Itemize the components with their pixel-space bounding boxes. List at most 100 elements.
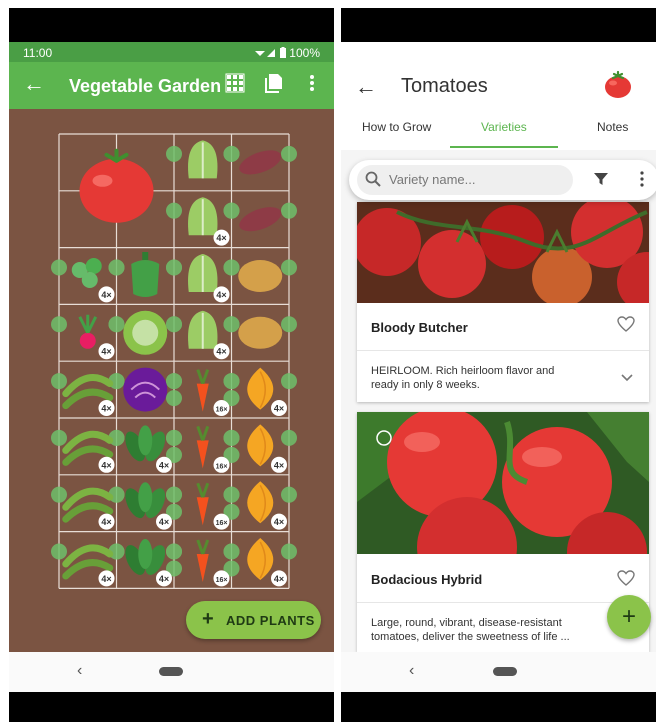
variety-card[interactable]: Bodacious Hybrid Large, round, vibrant, … (357, 412, 649, 652)
count-badge: 4× (98, 513, 115, 530)
add-plants-button[interactable]: + ADD PLANTS (186, 601, 321, 639)
search-icon (365, 171, 381, 187)
add-variety-button[interactable]: + (607, 595, 651, 639)
sweet-potato-icon (239, 207, 282, 232)
svg-text:4×: 4× (159, 460, 169, 470)
spacing-dot (281, 373, 297, 390)
svg-text:4×: 4× (101, 290, 111, 300)
nav-home-pill[interactable] (493, 667, 517, 676)
card-divider (357, 350, 649, 351)
spacing-dot (223, 202, 240, 219)
svg-text:4×: 4× (159, 517, 169, 527)
battery-icon (279, 47, 286, 58)
svg-text:4×: 4× (274, 404, 284, 414)
spacing-dot (51, 429, 67, 446)
radish-icon (78, 314, 98, 349)
svg-text:4×: 4× (274, 517, 284, 527)
red-cabbage-icon (123, 367, 168, 412)
filter-icon[interactable] (593, 171, 609, 187)
lettuce-icon (188, 140, 218, 179)
svg-text:4×: 4× (216, 347, 226, 357)
search-placeholder: Variety name... (389, 172, 476, 187)
nav-back-icon[interactable]: ‹ (77, 662, 82, 680)
nav-back-icon[interactable]: ‹ (409, 662, 414, 680)
chevron-down-icon[interactable] (621, 374, 633, 382)
page-title: Vegetable Garden (69, 76, 222, 96)
count-badge: 4× (156, 513, 172, 530)
variety-card[interactable]: Bloody Butcher HEIRLOOM. Rich heirloom f… (357, 202, 649, 402)
garden-grid[interactable]: 4× 4× 4× 4× 4× 4× 16× 4× 4× 4× 16× 4× 4× 4× 16× 4× 4× 4× 1… (9, 109, 334, 652)
spacing-dot (166, 259, 182, 276)
spacing-dot (223, 543, 240, 560)
svg-text:16×: 16× (216, 463, 228, 470)
pepper-icon (131, 252, 160, 297)
tab-varieties[interactable]: Varieties (481, 120, 527, 134)
lettuce-icon (188, 197, 218, 236)
count-badge: 4× (156, 570, 172, 587)
spacing-dot (281, 429, 297, 446)
spacing-dot (166, 390, 182, 407)
count-badge: 4× (271, 400, 287, 416)
variety-photo (357, 202, 649, 303)
heart-icon[interactable] (617, 570, 635, 586)
count-badge: 16× (213, 456, 230, 473)
garden-bed: 4× 4× 4× 4× 4× 4× 16× 4× 4× 4× 16× 4× 4× 4× 16× 4× 4× 4× 1… (9, 109, 334, 652)
spacing-dot (51, 486, 67, 503)
tomato-icon (605, 70, 631, 98)
status-bar: 11:00 100% (9, 42, 334, 62)
spacing-dot (281, 145, 297, 162)
svg-text:4×: 4× (274, 574, 284, 584)
spacing-dot (223, 145, 240, 162)
potato-icon (238, 316, 283, 349)
nav-home-pill[interactable] (159, 667, 183, 676)
variety-name: Bodacious Hybrid (371, 572, 483, 587)
more-vert-icon[interactable] (308, 73, 316, 93)
back-arrow-icon[interactable]: ← (355, 74, 377, 100)
svg-text:4×: 4× (101, 404, 111, 414)
variety-photo (357, 412, 649, 554)
variety-name: Bloody Butcher (371, 320, 468, 335)
spacing-dot (223, 259, 240, 276)
spacing-dot (108, 259, 125, 276)
tab-how-to-grow[interactable]: How to Grow (362, 120, 431, 134)
carrot-icon (196, 539, 210, 582)
svg-text:4×: 4× (101, 574, 111, 584)
svg-text:16×: 16× (216, 407, 228, 414)
document-icon[interactable] (264, 73, 284, 93)
heart-icon[interactable] (617, 316, 635, 332)
page-title: Tomatoes (401, 75, 488, 97)
onion-icon (247, 424, 274, 467)
onion-icon (247, 481, 274, 524)
more-vert-icon[interactable] (639, 171, 645, 187)
count-badge: 16× (213, 570, 230, 587)
svg-text:16×: 16× (216, 577, 228, 584)
garden-screen: 11:00 100% ← Vegetable Garden 4× 4× 4× 4× 4×… (9, 42, 334, 692)
parsley-icon (71, 258, 102, 288)
lettuce-icon (188, 310, 218, 349)
count-badge: 4× (213, 343, 230, 360)
svg-text:4×: 4× (216, 233, 226, 243)
carrot-icon (196, 425, 210, 469)
spacing-dot (166, 486, 182, 503)
plus-icon: + (202, 608, 215, 630)
battery-level: 100% (289, 46, 320, 60)
potato-icon (238, 260, 283, 292)
letterbox-top-left (9, 8, 334, 42)
grid-view-icon[interactable] (225, 73, 245, 93)
svg-text:4×: 4× (101, 460, 111, 470)
search-bar: Variety name... (349, 160, 656, 200)
sweet-potato-icon (239, 150, 282, 175)
lettuce-icon (188, 254, 218, 292)
tab-notes[interactable]: Notes (597, 120, 628, 134)
count-badge: 16× (213, 513, 230, 530)
spacing-dot (281, 543, 297, 560)
back-arrow-icon[interactable]: ← (23, 71, 45, 97)
spacing-dot (166, 543, 182, 560)
svg-text:4×: 4× (101, 347, 111, 357)
carrot-icon (196, 482, 210, 526)
system-nav-bar: ‹ (9, 652, 334, 692)
count-badge: 4× (98, 570, 115, 587)
svg-text:16×: 16× (216, 520, 228, 527)
system-nav-bar: ‹ (341, 652, 656, 692)
spacing-dot (223, 373, 240, 390)
